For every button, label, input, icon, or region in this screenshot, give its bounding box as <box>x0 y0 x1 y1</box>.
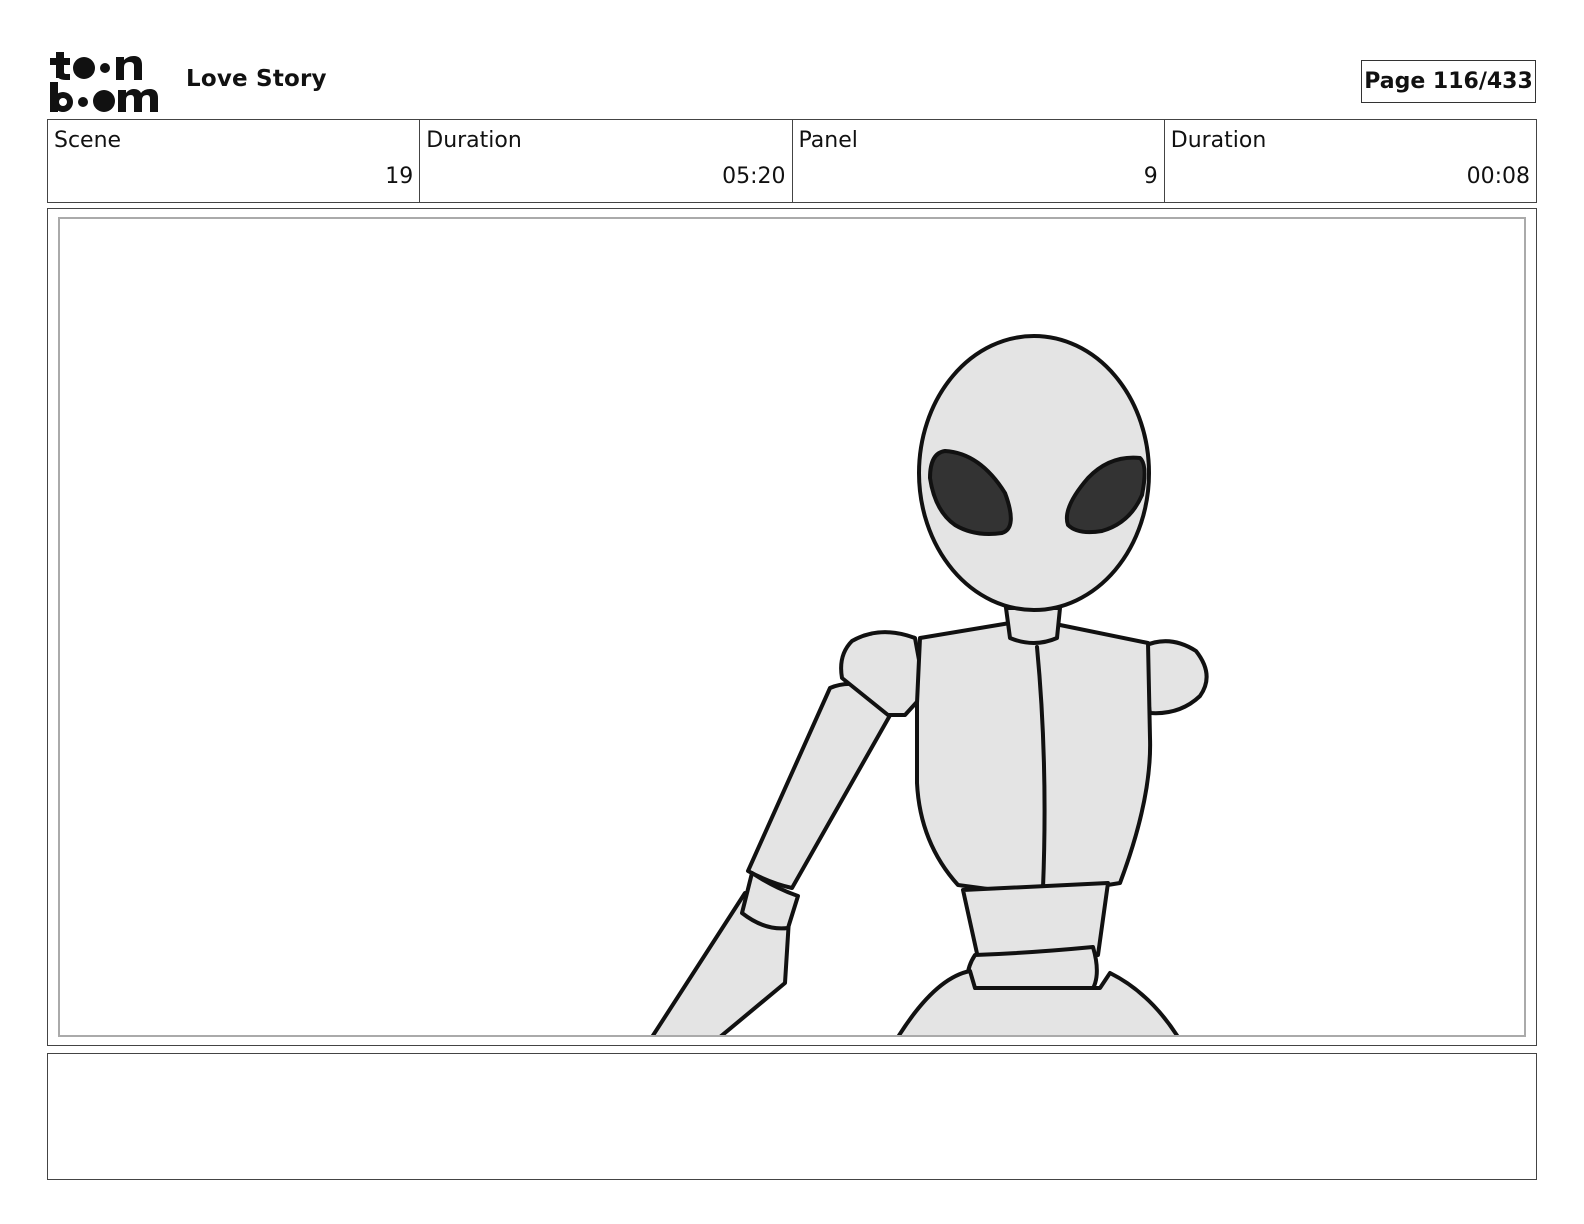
scene-cell: Scene 19 <box>48 120 421 202</box>
panel-notes-box <box>47 1053 1537 1180</box>
panel-cell: Panel 9 <box>793 120 1165 202</box>
scene-duration-cell: Duration 05:20 <box>420 120 793 202</box>
panel-duration-cell: Duration 00:08 <box>1165 120 1536 202</box>
scene-value: 19 <box>385 164 414 189</box>
panel-value: 9 <box>1143 164 1158 189</box>
scene-info-table: Scene 19 Duration 05:20 Panel 9 Duration… <box>47 119 1537 203</box>
panel-label: Panel <box>798 128 858 153</box>
panel-duration-value: 00:08 <box>1466 164 1530 189</box>
robot-figure-drawing <box>650 334 1209 1035</box>
toonboom-logo <box>50 52 158 112</box>
scene-duration-value: 05:20 <box>722 164 786 189</box>
storyboard-panel <box>47 208 1537 1046</box>
torso <box>915 621 1153 898</box>
left-upper-arm <box>746 681 899 890</box>
page-indicator: Page 116/433 <box>1361 60 1536 103</box>
project-title: Love Story <box>186 66 327 92</box>
scene-duration-label: Duration <box>426 128 522 153</box>
neck <box>1004 606 1062 645</box>
panel-image-area <box>58 217 1526 1037</box>
scene-label: Scene <box>54 128 122 153</box>
panel-duration-label: Duration <box>1170 128 1267 153</box>
